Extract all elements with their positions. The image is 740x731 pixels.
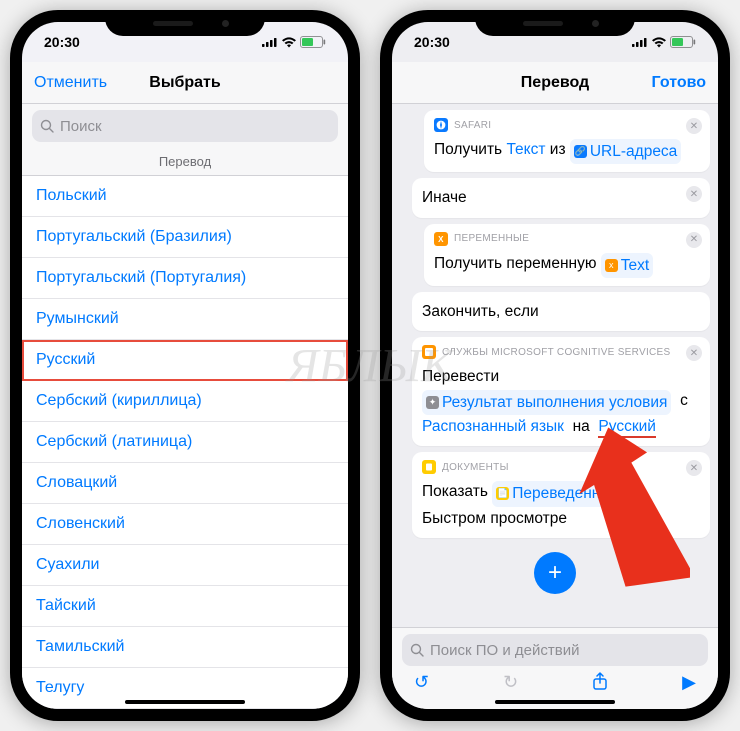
- search-icon: [40, 119, 54, 133]
- bottom-bar: Поиск ПО и действий ↺ ↻ ▶: [392, 627, 718, 709]
- language-item[interactable]: Словацкий: [22, 463, 348, 504]
- language-item[interactable]: Сербский (латиница): [22, 422, 348, 463]
- link-icon: 🔗: [574, 145, 587, 158]
- status-right: [632, 36, 696, 48]
- action-safari[interactable]: ✕ SAFARI Получить Текст из 🔗URL-адреса: [424, 110, 710, 172]
- card-label: СЛУЖБЫ MICROSOFT COGNITIVE SERVICES: [442, 347, 671, 358]
- cancel-button[interactable]: Отменить: [34, 74, 107, 92]
- redo-icon: ↻: [503, 672, 518, 695]
- documents-icon: [422, 460, 436, 474]
- wifi-icon: [281, 37, 297, 48]
- result-chip[interactable]: ✦Результат выполнения условия: [422, 390, 671, 415]
- cognitive-icon: [422, 345, 436, 359]
- action-variable[interactable]: ✕ xПЕРЕМЕННЫЕ Получить переменную xText: [424, 224, 710, 286]
- safari-icon: [434, 118, 448, 132]
- language-item[interactable]: Тамильский: [22, 627, 348, 668]
- undo-icon[interactable]: ↺: [414, 672, 429, 695]
- action-quicklook[interactable]: ✕ ДОКУМЕНТЫ Показать 📄Переведенный тБыст…: [412, 452, 710, 538]
- home-indicator: [495, 700, 615, 704]
- search-placeholder: Поиск: [60, 118, 102, 135]
- screen-right: 20:30 Перевод Готово ✕ SAFARI Получить Т…: [392, 22, 718, 709]
- status-right: [262, 36, 326, 48]
- toolbar: ↺ ↻ ▶: [402, 666, 708, 695]
- close-icon[interactable]: ✕: [686, 232, 702, 248]
- variable-icon: x: [605, 259, 618, 272]
- card-label: ПЕРЕМЕННЫЕ: [454, 233, 529, 244]
- shortcut-editor: ✕ SAFARI Получить Текст из 🔗URL-адреса ✕…: [392, 104, 718, 657]
- document-icon: 📄: [496, 487, 509, 500]
- section-header: Перевод: [22, 148, 348, 176]
- language-item[interactable]: Суахили: [22, 545, 348, 586]
- notch: [475, 10, 635, 36]
- language-list[interactable]: ПольскийПортугальский (Бразилия)Португал…: [22, 176, 348, 709]
- variable-icon: x: [434, 232, 448, 246]
- signal-icon: [632, 37, 648, 48]
- language-item[interactable]: Тайский: [22, 586, 348, 627]
- card-label: ДОКУМЕНТЫ: [442, 462, 509, 473]
- add-action-button[interactable]: +: [534, 552, 576, 594]
- from-lang[interactable]: Распознанный язык: [422, 418, 564, 435]
- nav-bar: Отменить Выбрать: [22, 62, 348, 104]
- action-translate[interactable]: ✕ СЛУЖБЫ MICROSOFT COGNITIVE SERVICES Пе…: [412, 337, 710, 446]
- share-icon[interactable]: [592, 672, 608, 695]
- signal-icon: [262, 37, 278, 48]
- language-item[interactable]: Румынский: [22, 299, 348, 340]
- close-icon[interactable]: ✕: [686, 460, 702, 476]
- magic-icon: ✦: [426, 396, 439, 409]
- notch: [105, 10, 265, 36]
- nav-title: Выбрать: [149, 74, 220, 92]
- action-endif[interactable]: Закончить, если: [412, 292, 710, 331]
- phone-right: 20:30 Перевод Готово ✕ SAFARI Получить Т…: [380, 10, 730, 721]
- status-time: 20:30: [44, 34, 80, 50]
- action-search-input[interactable]: Поиск ПО и действий: [402, 634, 708, 666]
- search-row: Поиск: [22, 104, 348, 148]
- var-chip[interactable]: xText: [601, 253, 653, 278]
- language-item[interactable]: Португальский (Португалия): [22, 258, 348, 299]
- text-token[interactable]: Текст: [506, 141, 545, 158]
- language-item[interactable]: Португальский (Бразилия): [22, 217, 348, 258]
- nav-bar: Перевод Готово: [392, 62, 718, 104]
- battery-icon: [670, 36, 696, 48]
- search-placeholder: Поиск ПО и действий: [430, 642, 579, 659]
- battery-icon: [300, 36, 326, 48]
- to-lang[interactable]: Русский: [598, 418, 656, 438]
- screen-left: 20:30 Отменить Выбрать Поиск Перевод Пол…: [22, 22, 348, 709]
- search-icon: [410, 643, 424, 657]
- translated-chip[interactable]: 📄Переведенный т: [492, 481, 635, 506]
- play-icon[interactable]: ▶: [682, 672, 696, 695]
- home-indicator: [125, 700, 245, 704]
- nav-title: Перевод: [521, 74, 589, 92]
- card-label: SAFARI: [454, 120, 491, 131]
- language-item[interactable]: Словенский: [22, 504, 348, 545]
- status-time: 20:30: [414, 34, 450, 50]
- done-button[interactable]: Готово: [652, 74, 706, 92]
- close-icon[interactable]: ✕: [686, 118, 702, 134]
- svg-text:x: x: [438, 235, 444, 244]
- wifi-icon: [651, 37, 667, 48]
- search-input[interactable]: Поиск: [32, 110, 338, 142]
- language-item[interactable]: Сербский (кириллица): [22, 381, 348, 422]
- url-chip[interactable]: 🔗URL-адреса: [570, 139, 681, 164]
- language-item[interactable]: Русский: [22, 340, 348, 381]
- language-item[interactable]: Польский: [22, 176, 348, 217]
- action-else[interactable]: ✕ Иначе: [412, 178, 710, 217]
- phone-left: 20:30 Отменить Выбрать Поиск Перевод Пол…: [10, 10, 360, 721]
